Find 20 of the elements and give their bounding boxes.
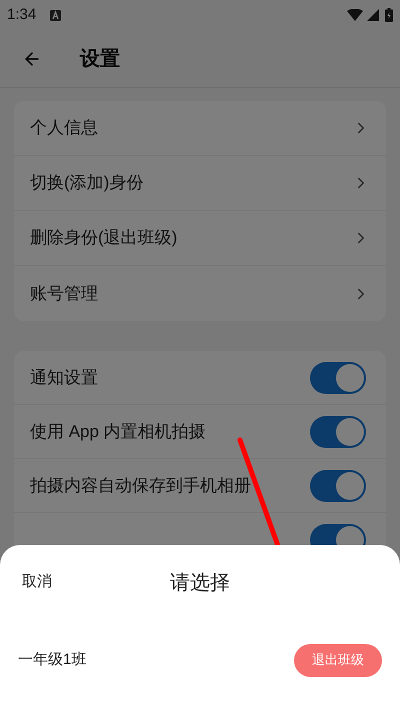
status-time: 1:34	[7, 4, 36, 25]
signal-icon	[367, 9, 379, 21]
page-title: 设置	[80, 46, 120, 72]
settings-item[interactable]: 个人信息	[14, 101, 386, 156]
battery-icon	[385, 8, 393, 22]
class-name: 一年级1班	[18, 650, 88, 670]
toggle-switch[interactable]	[310, 470, 366, 502]
cancel-button[interactable]: 取消	[22, 571, 52, 594]
toggle-label: 使用 App 内置相机拍摄	[30, 420, 207, 443]
notification-icon	[50, 10, 62, 20]
toggle-switch[interactable]	[310, 416, 366, 448]
toggle-label: 拍摄内容自动保存到手机相册	[30, 474, 252, 497]
settings-item[interactable]: 删除身份(退出班级)	[14, 211, 386, 266]
settings-item[interactable]: 切换(添加)身份	[14, 156, 386, 211]
settings-item[interactable]: 账号管理	[14, 266, 386, 321]
wifi-icon	[347, 9, 363, 21]
leave-class-button[interactable]: 退出班级	[294, 644, 382, 676]
toggle-switch[interactable]	[310, 362, 366, 394]
sheet-title: 请选择	[170, 570, 230, 596]
toggle-label: 通知设置	[30, 366, 99, 389]
